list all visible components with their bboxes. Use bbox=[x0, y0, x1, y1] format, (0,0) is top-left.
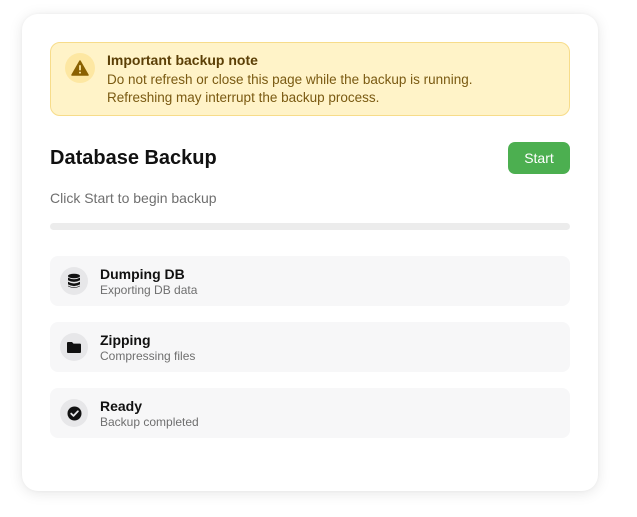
check-circle-icon bbox=[60, 399, 88, 427]
step-subtitle: Compressing files bbox=[100, 349, 196, 363]
step-title: Zipping bbox=[100, 332, 151, 348]
note-text-line-2: Refreshing may interrupt the backup proc… bbox=[107, 90, 380, 105]
step-subtitle: Exporting DB data bbox=[100, 283, 198, 297]
step-subtitle: Backup completed bbox=[100, 415, 199, 429]
warning-icon bbox=[65, 53, 95, 83]
page-title: Database Backup bbox=[50, 147, 217, 169]
note-text-line-1: Do not refresh or close this page while … bbox=[107, 72, 473, 87]
backup-card: Important backup note Do not refresh or … bbox=[22, 14, 598, 491]
step-title: Ready bbox=[100, 398, 143, 414]
backup-warning-note: Important backup note Do not refresh or … bbox=[50, 42, 570, 116]
step-zipping: Zipping Compressing files bbox=[50, 322, 570, 372]
step-ready: Ready Backup completed bbox=[50, 388, 570, 438]
step-dumping-db: Dumping DB Exporting DB data bbox=[50, 256, 570, 306]
progress-bar bbox=[50, 223, 570, 230]
status-text: Click Start to begin backup bbox=[50, 190, 217, 206]
folder-icon bbox=[60, 333, 88, 361]
database-icon bbox=[60, 267, 88, 295]
step-title: Dumping DB bbox=[100, 266, 185, 282]
note-title: Important backup note bbox=[107, 52, 258, 68]
start-button[interactable]: Start bbox=[508, 142, 570, 174]
